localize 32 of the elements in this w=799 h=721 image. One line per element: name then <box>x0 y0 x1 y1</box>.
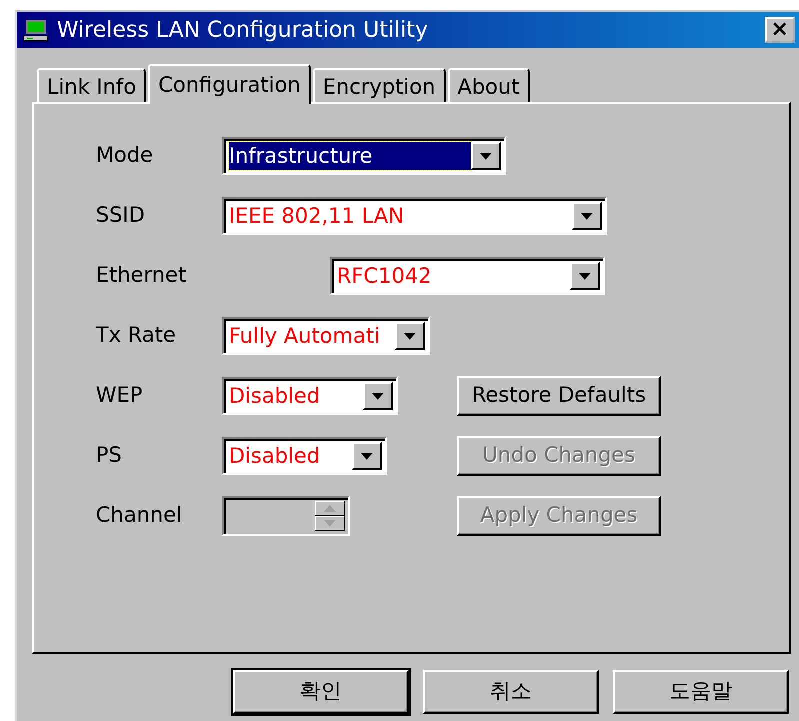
down-arrow-icon <box>324 520 336 527</box>
down-arrow-icon <box>579 272 591 280</box>
action-button[interactable]: Restore Defaults <box>457 376 661 416</box>
dialog-button[interactable]: 취소 <box>423 670 599 714</box>
field-label: WEP <box>96 382 144 410</box>
dialog-button[interactable]: 도움말 <box>613 670 789 714</box>
down-arrow-icon <box>581 212 593 220</box>
dialog-button[interactable]: 확인 <box>233 670 409 714</box>
down-arrow-icon <box>480 152 492 160</box>
close-button[interactable]: × <box>765 17 795 43</box>
down-arrow-icon <box>404 332 416 340</box>
field-label: Channel <box>96 502 184 530</box>
field-label: Ethernet <box>96 262 188 290</box>
computer-icon <box>23 18 49 42</box>
tab[interactable]: Encryption <box>312 68 446 102</box>
dropdown[interactable]: IEEE 802,11 LAN <box>222 197 607 235</box>
up-arrow-icon <box>324 505 336 512</box>
tab[interactable]: About <box>448 68 530 102</box>
field-label: Tx Rate <box>96 322 178 350</box>
down-arrow-icon <box>372 392 384 400</box>
tab[interactable]: Link Info <box>37 68 146 102</box>
window-title: Wireless LAN Configuration Utility <box>57 16 428 44</box>
dropdown[interactable]: Infrastructure <box>222 137 506 175</box>
field-label: SSID <box>96 202 146 230</box>
tab[interactable]: Configuration <box>148 64 311 104</box>
field-label: PS <box>96 442 123 470</box>
dropdown[interactable]: RFC1042 <box>330 257 605 295</box>
dropdown[interactable]: Fully Automati <box>222 317 430 355</box>
dropdown[interactable]: Disabled <box>222 377 398 415</box>
field-label: Mode <box>96 142 154 170</box>
down-arrow-icon <box>361 452 373 460</box>
dropdown[interactable]: Disabled <box>222 437 387 475</box>
